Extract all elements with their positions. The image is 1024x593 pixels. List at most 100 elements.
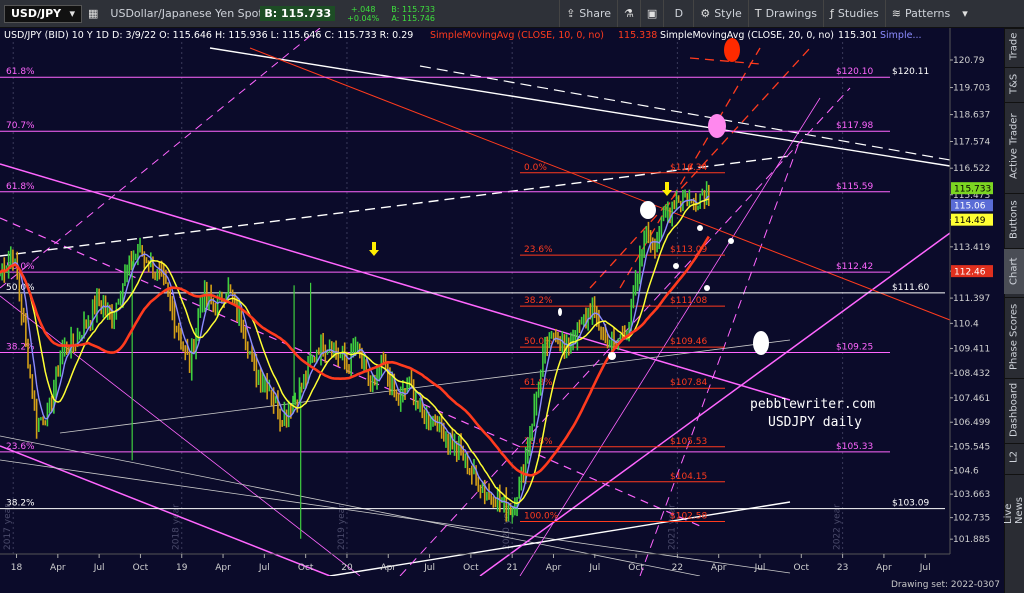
x-tick-label: Oct	[463, 563, 479, 573]
marker-dot	[673, 263, 679, 269]
sidebar-tab-l2[interactable]: L2	[1004, 443, 1024, 471]
x-tick-label: Apr	[215, 563, 231, 573]
drawings-icon: T	[754, 7, 762, 20]
white-level-price: $120.11	[892, 67, 929, 77]
x-tick-label: 21	[506, 563, 517, 573]
fib-white-price: $103.09	[892, 499, 929, 509]
fib-red-label: 38.2%	[524, 296, 553, 306]
fib-magenta-price: $105.33	[836, 442, 873, 452]
period-button[interactable]: D	[663, 0, 693, 27]
sma20-value: 115.301	[838, 30, 877, 41]
sidebar-tab-chart[interactable]: Chart	[1004, 248, 1024, 294]
marker-dot	[728, 238, 734, 244]
share-button[interactable]: ⇪ Share	[559, 0, 617, 27]
fib-magenta-price: $115.59	[836, 182, 873, 192]
sidebar-tab-trade[interactable]: Trade	[1004, 28, 1024, 64]
symbol-text: USD/JPY	[11, 7, 62, 20]
fib-magenta-price: $120.10	[836, 67, 873, 77]
watermark-line-1: pebblewriter.com	[750, 397, 875, 412]
patterns-icon: ≋	[891, 7, 901, 20]
y-tick-label: 101.885	[953, 535, 990, 545]
style-button[interactable]: ⚙ Style	[693, 0, 748, 27]
year-label: 2022 year	[833, 504, 843, 550]
grid-icon[interactable]: ▣	[639, 0, 663, 27]
y-tick-label: 107.461	[953, 394, 990, 404]
sidebar-tab-buttons[interactable]: Buttons	[1004, 193, 1024, 245]
price-tag-label: 115.733	[954, 185, 991, 195]
sidebar-tab-active-trader[interactable]: Active Trader	[1004, 102, 1024, 190]
y-tick-label: 111.397	[953, 294, 990, 304]
sidebar-tab-t-s[interactable]: T&S	[1004, 67, 1024, 99]
marker-dot	[608, 352, 616, 360]
sidebar-tab-live-news[interactable]: Live News	[1003, 474, 1024, 524]
studies-icon: ƒ	[830, 7, 834, 20]
y-tick-label: 102.735	[953, 514, 990, 524]
thinkorswim-chart-window: USD/JPY ▾ ▦ USDollar/Japanese Yen Spot B…	[0, 0, 1024, 593]
year-label: 2018 year	[172, 504, 182, 550]
y-tick-label: 105.545	[953, 442, 990, 452]
y-tick-label: 118.637	[953, 111, 990, 121]
y-tick-label: 103.663	[953, 490, 990, 500]
symbol-selector[interactable]: USD/JPY ▾	[4, 4, 82, 23]
marker-dot	[697, 225, 703, 231]
sma10-label: SimpleMovingAvg (CLOSE, 10, 0, no)	[430, 30, 604, 41]
share-icon: ⇪	[566, 7, 576, 20]
symbol-description: USDollar/Japanese Yen Spot	[110, 7, 263, 20]
x-tick-label: Apr	[380, 563, 396, 573]
fib-red-price: $105.53	[670, 437, 707, 447]
sma20-label: SimpleMovingAvg (CLOSE, 20, 0, no)	[660, 30, 834, 41]
marker-circle	[640, 201, 656, 219]
fib-red-label: 100.0%	[524, 512, 559, 522]
x-tick-label: 18	[11, 563, 23, 573]
fib-magenta-label: 70.7%	[6, 121, 35, 131]
x-tick-label: Jul	[754, 563, 766, 573]
style-icon: ⚙	[700, 7, 711, 20]
y-axis[interactable]: 120.79119.703118.637117.574116.522115.47…	[949, 28, 1004, 576]
fib-magenta-label: 61.8%	[6, 182, 35, 192]
y-tick-label: 117.574	[953, 138, 990, 148]
x-tick-label: 20	[341, 563, 353, 573]
marker-dot	[558, 308, 562, 316]
x-tick-label: 19	[176, 563, 188, 573]
fib-red-price: $111.08	[670, 296, 707, 306]
sidebar-tab-phase-scores[interactable]: Phase Scores	[1004, 297, 1024, 375]
fib-red-price: $116.34	[670, 163, 707, 173]
fib-white-price: $111.60	[892, 283, 929, 293]
fib-white-label: 50.0%	[6, 283, 35, 293]
x-tick-label: Oct	[133, 563, 149, 573]
x-tick-label: 22	[672, 563, 683, 573]
price-tag-label: 114.49	[954, 216, 986, 226]
x-tick-label: Oct	[794, 563, 810, 573]
watermark-line-2: USDJPY daily	[768, 415, 862, 430]
x-tick-label: Jul	[588, 563, 600, 573]
fib-red-label: 0.0%	[524, 163, 547, 173]
target-ellipse-red	[724, 38, 740, 62]
x-tick-label: Oct	[628, 563, 644, 573]
symbol-lookup-icon[interactable]: ▦	[82, 0, 104, 27]
price-tag-label: 112.46	[954, 268, 986, 278]
dropdown-icon[interactable]: ▾	[956, 0, 974, 27]
chart-toolbar: USD/JPY ▾ ▦ USDollar/Japanese Yen Spot B…	[0, 0, 1024, 28]
right-sidebar: Trade T&S Active Trader Buttons Chart Phase S…	[1003, 28, 1024, 593]
sma10-value: 115.338	[618, 30, 657, 41]
fib-magenta-label: 23.6%	[6, 442, 35, 452]
fib-red-price: $102.58	[670, 512, 707, 522]
studies-button[interactable]: ƒ Studies	[823, 0, 885, 27]
chevron-down-icon: ▾	[69, 7, 75, 20]
drawings-button[interactable]: T Drawings	[747, 0, 823, 27]
more-studies-label: Simple...	[880, 30, 922, 41]
fib-red-label: 23.6%	[524, 245, 553, 255]
y-tick-label: 110.4	[953, 319, 979, 329]
patterns-button[interactable]: ≋ Patterns	[884, 0, 957, 27]
price-chart[interactable]: 2017 year 2018 year 2019 year 2020 year 2021…	[0, 28, 1004, 576]
y-tick-label: 109.411	[953, 344, 990, 354]
year-label: 2017 year	[3, 504, 13, 550]
x-tick-label: Jul	[919, 563, 931, 573]
flask-icon[interactable]: ⚗	[617, 0, 640, 27]
x-tick-label: Jul	[423, 563, 435, 573]
fib-magenta-price: $109.25	[836, 342, 873, 352]
fib-magenta-price: $112.42	[836, 262, 873, 272]
bid-ask-quote: B: 115.733 A: 115.746	[391, 4, 436, 23]
fib-magenta-label: 61.8%	[6, 67, 35, 77]
sidebar-tab-dashboard[interactable]: Dashboard	[1004, 378, 1024, 440]
